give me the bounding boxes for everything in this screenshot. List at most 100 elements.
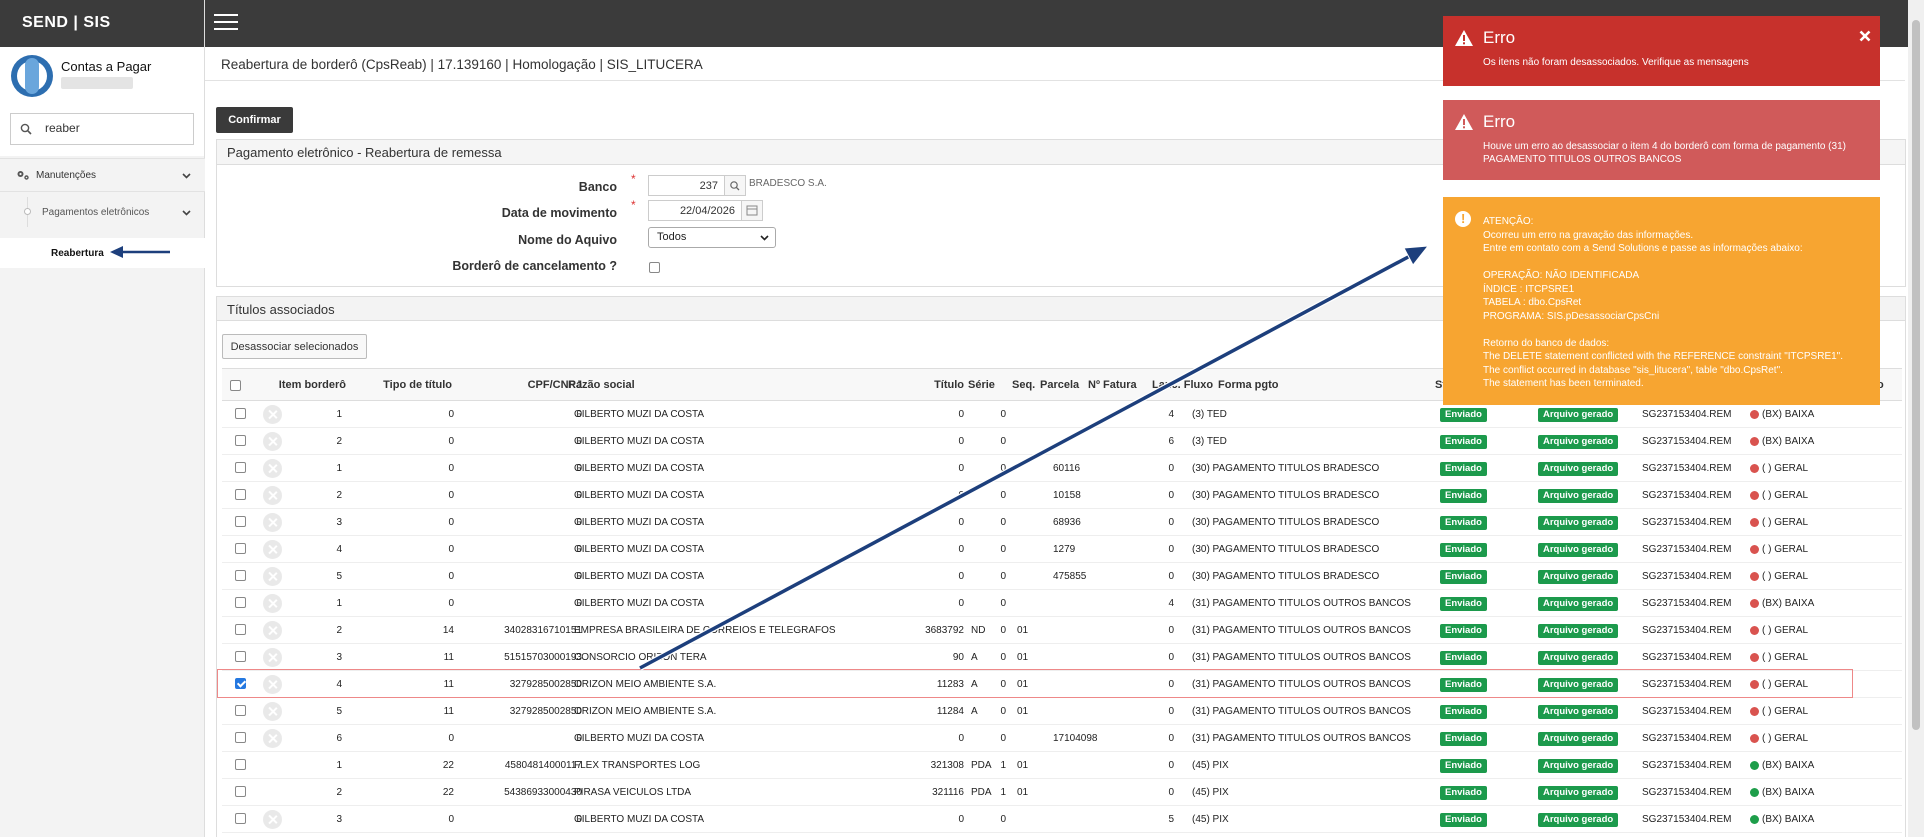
row-checkbox[interactable]	[235, 705, 246, 716]
row-checkbox[interactable]	[235, 570, 246, 581]
cell-lanc: 0	[1168, 652, 1174, 663]
cell-titulo: 3683792	[925, 625, 964, 636]
cell-lanc: 0	[1168, 625, 1174, 636]
row-checkbox[interactable]	[235, 408, 246, 419]
toast-line: ATENÇÃO:	[1483, 216, 1534, 227]
calendar-button[interactable]	[741, 200, 763, 221]
scrollbar-thumb[interactable]	[1912, 20, 1920, 730]
column-header[interactable]: Forma pgto	[1218, 379, 1368, 391]
cell-ocorrencia: ( ) GERAL	[1762, 625, 1809, 636]
gears-icon	[17, 171, 29, 180]
cell-item: 6	[336, 733, 342, 744]
row-checkbox[interactable]	[235, 543, 246, 554]
banco-lookup-button[interactable]	[724, 175, 746, 196]
column-header[interactable]: Série	[968, 379, 1008, 391]
row-checkbox[interactable]	[235, 651, 246, 662]
cancelamento-checkbox[interactable]	[649, 262, 660, 273]
menu-search	[10, 113, 194, 145]
row-checkbox[interactable]	[235, 489, 246, 500]
status-badge: Enviado	[1440, 543, 1487, 557]
cell-lanc: 5	[1168, 814, 1174, 825]
row-checkbox[interactable]	[235, 435, 246, 446]
cell-rem: SG237153404.REM	[1642, 571, 1732, 582]
nome-arquivo-label: Nome do Aquivo	[518, 233, 617, 247]
row-checkbox[interactable]	[235, 462, 246, 473]
toast-line: Entre em contato com a Send Solutions e …	[1483, 243, 1803, 254]
toast-line: Retorno do banco de dados:	[1483, 337, 1610, 349]
row-checkbox[interactable]	[235, 732, 246, 743]
cell-cpf: 0	[576, 490, 582, 501]
calendar-icon	[746, 205, 758, 216]
toast-title: Erro	[1483, 112, 1516, 131]
toast-line: PROGRAMA: SIS.pDesassociarCpsCni	[1483, 310, 1660, 322]
cell-forma: (30) PAGAMENTO TITULOS BRADESCO	[1192, 517, 1380, 528]
column-header[interactable]: Seq.	[1012, 379, 1042, 391]
status-badge: Enviado	[1440, 516, 1487, 530]
row-checkbox[interactable]	[235, 813, 246, 824]
column-header[interactable]: CPF/CNPJ	[472, 379, 582, 391]
cell-rem: SG237153404.REM	[1642, 652, 1732, 663]
column-header[interactable]: Lanc. Fluxo	[1152, 379, 1216, 391]
cell-parcela: 01	[1017, 706, 1029, 717]
file-status-badge: Arquivo gerado	[1538, 732, 1619, 746]
close-icon[interactable]	[1859, 30, 1871, 42]
cell-razao: GILBERTO MUZI DA COSTA	[574, 544, 705, 555]
nome-arquivo-select[interactable]: Todos	[648, 227, 776, 248]
cell-forma: (30) PAGAMENTO TITULOS BRADESCO	[1192, 463, 1380, 474]
file-status-badge: Arquivo gerado	[1538, 570, 1619, 584]
data-movimento-input[interactable]: 22/04/2026	[648, 200, 742, 221]
cell-lanc: 0	[1168, 733, 1174, 744]
table-row: 2 22 54386933000430 PIRASA VEICULOS LTDA 321…	[222, 779, 1902, 806]
row-checkbox[interactable]	[235, 759, 246, 770]
cell-tipo: 22	[442, 760, 454, 771]
banco-input[interactable]: 237	[648, 175, 725, 196]
cell-lanc: 0	[1168, 760, 1174, 771]
cell-item: 3	[336, 814, 342, 825]
cell-ocorrencia: (BX) BAIXA	[1762, 409, 1815, 420]
menu-search-input[interactable]	[45, 121, 185, 135]
user-name-redacted	[61, 77, 133, 89]
cell-cpf: 0	[576, 814, 582, 825]
column-header[interactable]: Item borderô	[246, 379, 346, 391]
row-checkbox[interactable]	[235, 516, 246, 527]
status-badge: Enviado	[1440, 813, 1487, 827]
module-header: Contas a Pagar	[0, 47, 204, 104]
row-checkbox[interactable]	[235, 624, 246, 635]
cell-forma: (30) PAGAMENTO TITULOS BRADESCO	[1192, 490, 1380, 501]
cell-seq: 0	[1000, 436, 1006, 447]
hamburger-menu-icon[interactable]	[214, 14, 238, 34]
occurrence-status-icon	[1750, 437, 1759, 446]
search-icon	[730, 181, 740, 191]
select-all-checkbox[interactable]	[230, 380, 241, 391]
row-checkbox[interactable]	[235, 786, 246, 797]
banco-label: Banco	[578, 180, 617, 194]
desassociar-button[interactable]: Desassociar selecionados	[222, 334, 367, 359]
cell-parcela: 01	[1017, 787, 1029, 798]
cell-item: 5	[336, 706, 342, 717]
sidebar-item-manutencoes[interactable]: Manutenções	[0, 158, 205, 192]
occurrence-status-icon	[1750, 626, 1759, 635]
status-badge: Enviado	[1440, 759, 1487, 773]
occurrence-status-icon	[1750, 545, 1759, 554]
cell-lanc: 0	[1168, 706, 1174, 717]
cell-tipo: 0	[448, 733, 454, 744]
sidebar-item-reabertura[interactable]: Reabertura	[0, 238, 205, 268]
cell-seq: 0	[1000, 517, 1006, 528]
confirm-button[interactable]: Confirmar	[216, 107, 293, 133]
occurrence-status-icon	[1750, 815, 1759, 824]
cell-parcela: 01	[1017, 652, 1029, 663]
column-header[interactable]: Parcela	[1040, 379, 1084, 391]
cell-forma: (3) TED	[1192, 436, 1227, 447]
column-header[interactable]: Tipo de título	[352, 379, 452, 391]
cell-rem: SG237153404.REM	[1642, 517, 1732, 528]
cell-lanc: 0	[1168, 490, 1174, 501]
status-badge: Enviado	[1440, 570, 1487, 584]
cell-ocorrencia: ( ) GERAL	[1762, 544, 1809, 555]
row-checkbox[interactable]	[235, 597, 246, 608]
column-header[interactable]: Razão social	[568, 379, 768, 391]
scrollbar[interactable]	[1908, 0, 1924, 837]
chevron-down-icon	[182, 209, 191, 216]
sidebar-item-pagamentos-eletronicos[interactable]: Pagamentos eletrônicos	[0, 197, 205, 227]
column-header[interactable]: Título	[882, 379, 964, 391]
column-header[interactable]: Nº Fatura	[1088, 379, 1148, 391]
